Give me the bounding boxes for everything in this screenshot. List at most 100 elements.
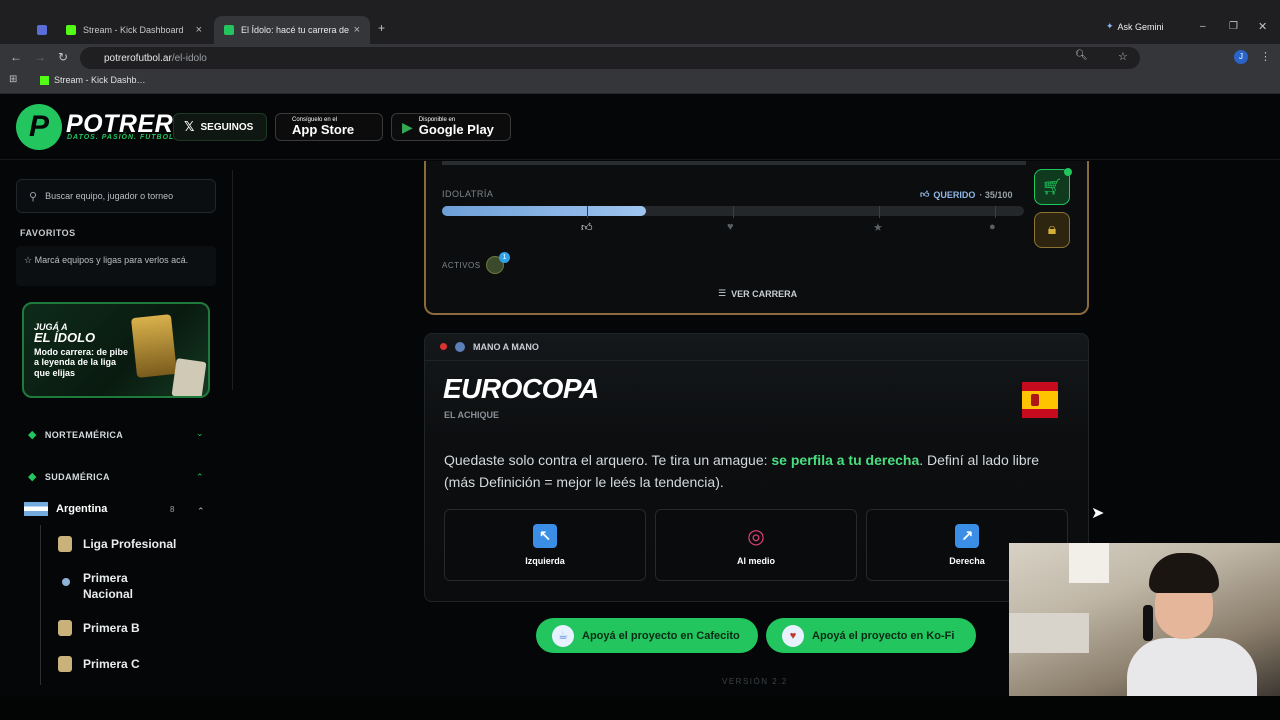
notification-dot [1064, 168, 1072, 176]
star-icon: ☆ [24, 255, 33, 265]
bookmark-star-icon[interactable]: ☆ [1118, 50, 1128, 63]
region-sudamerica[interactable]: ◆ SUDAMÉRICA [28, 470, 110, 483]
primera-c-icon [58, 656, 72, 672]
star-icon: ★ [873, 222, 883, 234]
thumbs-up-icon: 👍︎ [581, 222, 593, 234]
url-path: /el-idolo [171, 52, 207, 64]
window-close-button[interactable]: ✕ [1258, 20, 1267, 33]
country-league-count: 8 [170, 505, 175, 514]
ver-carrera-button[interactable]: ☰ VER CARRERA [718, 288, 797, 299]
version-label: VERSIÓN 2.2 [722, 677, 788, 686]
continent-icon: ◆ [28, 429, 37, 441]
sidebar-divider [232, 170, 233, 390]
kick-icon [66, 25, 76, 35]
activos-label: ACTIVOS [442, 261, 481, 270]
spain-flag-icon [1022, 382, 1058, 418]
mouse-cursor-icon: ➤ [1091, 505, 1105, 522]
logo-tagline: DATOS. PASIÓN. FUTBOL. [67, 134, 178, 141]
option-al-medio-button[interactable]: ◎ Al medio [655, 509, 857, 581]
chevron-down-icon[interactable]: ⌄ [196, 428, 204, 439]
reload-button[interactable]: ↻ [58, 50, 68, 64]
el-idolo-promo[interactable]: JUGÁ A EL ÍDOLO Modo carrera: de pibe a … [22, 302, 210, 398]
zoom-icon[interactable]: 🔍︎ [1075, 50, 1088, 61]
tab-profile[interactable] [30, 16, 54, 44]
address-bar[interactable]: potrerofutbol.ar/el-idolo [80, 47, 1140, 69]
country-argentina[interactable]: Argentina [24, 502, 107, 516]
tab-el-idolo[interactable]: El Ídolo: hacé tu carrera de fut… × [214, 16, 370, 44]
progress-tick [587, 206, 588, 218]
apps-grid-icon[interactable]: ⊞ [9, 74, 17, 85]
kick-icon [40, 75, 49, 85]
idolatria-progress-fill [442, 206, 646, 216]
search-icon: ⚲ [29, 190, 38, 203]
card-top-strip [442, 161, 1026, 165]
url-domain: potrerofutbol.ar [104, 52, 172, 64]
competition-subtitle: EL ACHIQUE [444, 410, 500, 420]
crown-icon: ● [989, 221, 996, 233]
window-image [1069, 543, 1109, 583]
ask-gemini-button[interactable]: ✦ Ask Gemini [1106, 21, 1164, 32]
tab-kick-dashboard[interactable]: Stream - Kick Dashboard × [56, 16, 212, 44]
live-dot [440, 343, 447, 350]
back-button[interactable]: ← [10, 50, 22, 64]
ball-icon [455, 341, 465, 352]
liga-profesional-icon [58, 536, 72, 552]
thumbs-up-icon: 👍︎ [920, 189, 930, 199]
match-header: MANO A MANO [424, 333, 1089, 361]
active-count-badge: 1 [499, 252, 510, 263]
google-play-button[interactable]: ▶ Disponible en Google Play [391, 113, 511, 141]
bookmarks-bar [0, 72, 1280, 94]
idolatria-label: IDOLATRÍA [442, 189, 494, 199]
league-primera-b[interactable]: Primera B [83, 621, 140, 637]
potrero-icon [224, 25, 234, 35]
chevron-up-icon[interactable]: ⌃ [196, 472, 204, 483]
streamer-image [1127, 553, 1257, 696]
cafecito-button[interactable]: ☕︎ Apoyá el proyecto en Cafecito [536, 618, 758, 653]
heart-icon: ♥ [727, 221, 734, 233]
list-icon: ☰ [718, 288, 727, 298]
close-icon[interactable]: × [354, 24, 360, 36]
continent-icon: ◆ [28, 471, 37, 483]
profile-avatar[interactable]: J [1234, 50, 1248, 64]
league-primera-c[interactable]: Primera C [83, 657, 140, 673]
league-primera-nacional[interactable]: Primera Nacional [83, 571, 153, 602]
idolo-card-image [171, 358, 207, 396]
player-card-image [130, 314, 178, 378]
menu-icon[interactable]: ⋮ [1260, 50, 1271, 63]
close-icon[interactable]: × [196, 24, 202, 36]
follow-x-button[interactable]: 𝕏 SEGUINOS [173, 113, 267, 141]
region-norteamerica[interactable]: ◆ NORTEAMÉRICA [28, 428, 123, 441]
progress-tick [733, 206, 734, 218]
cafecito-icon: ☕︎ [552, 624, 574, 647]
chevron-up-icon[interactable]: ⌃ [197, 506, 205, 517]
bag-icon: 🔒︎ [1047, 221, 1057, 238]
tree-line [40, 525, 41, 685]
situation-description: Quedaste solo contra el arquero. Te tira… [444, 452, 1040, 490]
tab-label: El Ídolo: hacé tu carrera de fut… [241, 25, 351, 35]
inventory-bag-button[interactable]: 🔒︎ [1034, 212, 1070, 248]
maximize-button[interactable]: ❐ [1229, 21, 1238, 32]
bookmark-kick[interactable]: Stream - Kick Dashb… [40, 75, 146, 85]
favorites-title: FAVORITOS [20, 228, 76, 238]
primera-nacional-icon [62, 578, 70, 586]
minimize-button[interactable]: – [1200, 21, 1206, 32]
arrow-up-right-icon: ↗ [955, 524, 979, 548]
bottom-bar [0, 696, 1280, 720]
forward-button[interactable]: → [34, 50, 46, 64]
search-input[interactable]: ⚲ Buscar equipo, jugador o torneo [16, 179, 216, 213]
tab-label: Stream - Kick Dashboard [83, 25, 184, 35]
idolatria-status: 👍︎ QUERIDO · 35/100 [920, 189, 1013, 200]
kofi-icon: ♥ [782, 624, 804, 647]
cart-icon: 🛒︎ [1041, 179, 1063, 196]
kofi-button[interactable]: ♥ Apoyá el proyecto en Ko-Fi [766, 618, 976, 653]
play-icon: ▶ [402, 118, 413, 135]
arrow-up-left-icon: ↖ [533, 524, 557, 548]
bed-image [1009, 613, 1089, 653]
favorites-empty: ☆ Marcá equipos y ligas para verlos acá. [16, 246, 216, 286]
league-liga-profesional[interactable]: Liga Profesional [83, 537, 176, 553]
option-izquierda-button[interactable]: ↖ Izquierda [444, 509, 646, 581]
app-store-button[interactable]: Consíguelo en el App Store [275, 113, 383, 141]
competition-title: EUROCOPA [443, 373, 599, 404]
potrero-logo[interactable]: P [16, 104, 62, 150]
new-tab-button[interactable]: + [378, 21, 385, 35]
